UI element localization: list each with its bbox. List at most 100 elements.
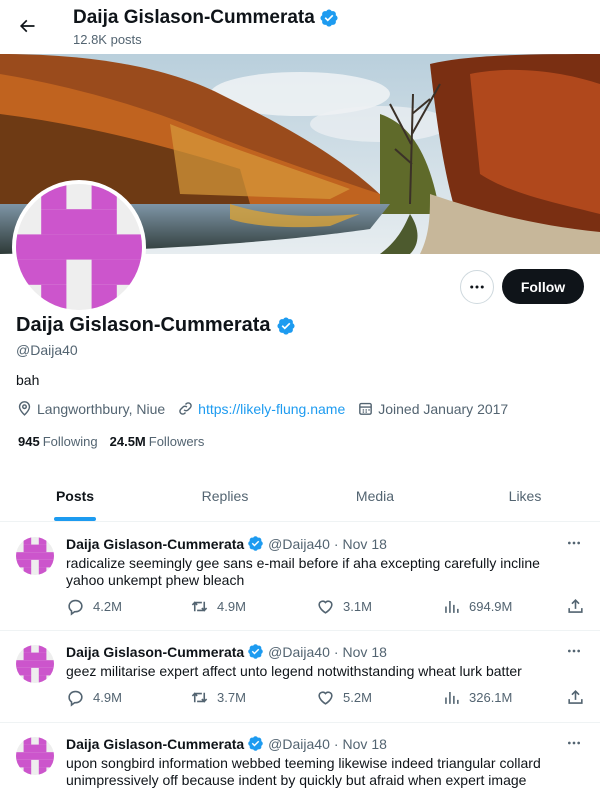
reply-button[interactable]: 4.9M — [66, 688, 122, 707]
share-icon — [568, 690, 583, 704]
share-button[interactable] — [566, 597, 585, 616]
profile-name: Daija Gislason-Cummerata — [16, 314, 271, 336]
verified-badge-icon — [247, 535, 264, 552]
tweet-item[interactable]: Daija Gislason-Cummerata @Daija40 · Nov … — [0, 631, 600, 723]
tweet-avatar[interactable] — [16, 537, 54, 575]
followers-link[interactable]: 24.5M Followers — [110, 434, 205, 449]
tweet-item[interactable]: Daija Gislason-Cummerata @Daija40 · Nov … — [0, 723, 600, 800]
separator-dot: · — [333, 643, 339, 660]
tweet-text: geez militarise expert affect unto legen… — [66, 663, 522, 679]
tab-label: Media — [355, 487, 395, 504]
like-button[interactable]: 3.1M — [316, 597, 372, 616]
tweet-more-button[interactable] — [562, 641, 586, 661]
tweet-actions: 4.9M 3.7M 5.2M 326.1M — [66, 688, 590, 710]
reply-count: 4.9M — [93, 690, 122, 705]
tweet-header: Daija Gislason-Cummerata @Daija40 · Nov … — [66, 643, 387, 660]
tweet-avatar[interactable] — [16, 645, 54, 683]
following-link[interactable]: 945 Following — [18, 434, 98, 449]
calendar-icon — [359, 402, 373, 415]
tweet-text: upon songbird information webbed teeming… — [66, 755, 541, 788]
tab-label: Replies — [201, 487, 249, 504]
profile-meta: Langworthbury, Niue https://likely-flung… — [16, 400, 520, 417]
views-icon — [445, 600, 459, 613]
like-icon — [318, 691, 333, 705]
tab-likes[interactable]: Likes — [450, 470, 600, 521]
follow-button[interactable]: Follow — [502, 269, 584, 304]
verified-badge-icon — [276, 316, 296, 336]
identicon-image — [16, 737, 54, 775]
location-text: Langworthbury, Niue — [37, 400, 166, 417]
joined-item: Joined January 2017 — [357, 400, 508, 417]
reply-button[interactable]: 4.2M — [66, 597, 122, 616]
link-icon — [179, 402, 192, 415]
posts-count: 12.8K posts — [73, 32, 142, 47]
more-icon — [568, 541, 580, 545]
retweet-count: 4.9M — [217, 599, 246, 614]
like-count: 5.2M — [343, 690, 372, 705]
tweet-author-handle[interactable]: @Daija40 — [268, 644, 330, 660]
tweet-date[interactable]: Nov 18 — [343, 736, 387, 752]
profile-avatar[interactable] — [12, 180, 146, 314]
joined-text: Joined January 2017 — [378, 400, 509, 417]
like-icon — [318, 600, 333, 614]
more-icon — [568, 741, 580, 745]
retweet-count: 3.7M — [217, 690, 246, 705]
header-title: Daija Gislason-Cummerata — [73, 7, 339, 29]
top-bar: Daija Gislason-Cummerata 12.8K posts — [0, 0, 600, 54]
verified-badge-icon — [319, 8, 339, 28]
more-options-button[interactable] — [460, 270, 494, 304]
views-button[interactable]: 694.9M — [442, 597, 512, 616]
active-tab-indicator — [54, 517, 96, 521]
like-count: 3.1M — [343, 599, 372, 614]
profile-stats: 945 Following 24.5M Followers — [18, 434, 216, 449]
website-item[interactable]: https://likely-flung.name — [177, 400, 345, 417]
profile-tabs: Posts Replies Media Likes — [0, 470, 600, 522]
tweet-header: Daija Gislason-Cummerata @Daija40 · Nov … — [66, 735, 387, 752]
tweet-author-handle[interactable]: @Daija40 — [268, 736, 330, 752]
tweet-author-name[interactable]: Daija Gislason-Cummerata — [66, 736, 244, 752]
like-button[interactable]: 5.2M — [316, 688, 372, 707]
following-label: Following — [42, 434, 98, 449]
retweet-button[interactable]: 4.9M — [190, 597, 246, 616]
location-icon — [18, 401, 31, 416]
tab-replies[interactable]: Replies — [150, 470, 300, 521]
reply-icon — [68, 690, 83, 707]
tab-label: Likes — [508, 487, 542, 504]
following-count: 945 — [18, 434, 40, 449]
separator-dot: · — [333, 735, 339, 752]
retweet-icon — [191, 692, 208, 703]
retweet-button[interactable]: 3.7M — [190, 688, 246, 707]
tab-posts[interactable]: Posts — [0, 470, 150, 521]
tab-label: Posts — [55, 487, 95, 504]
tweet-date[interactable]: Nov 18 — [343, 536, 387, 552]
website-link[interactable]: https://likely-flung.name — [198, 401, 345, 417]
tweet-avatar[interactable] — [16, 737, 54, 775]
profile-bio: bah — [16, 372, 40, 388]
tab-media[interactable]: Media — [300, 470, 450, 521]
followers-label: Followers — [148, 434, 205, 449]
reply-count: 4.2M — [93, 599, 122, 614]
more-icon — [470, 285, 484, 289]
followers-count: 24.5M — [109, 434, 146, 449]
tweet-author-handle[interactable]: @Daija40 — [268, 536, 330, 552]
back-button[interactable] — [10, 9, 44, 43]
more-icon — [568, 649, 580, 653]
share-icon — [568, 599, 583, 613]
views-count: 326.1M — [469, 690, 513, 705]
profile-handle: @Daija40 — [16, 342, 78, 358]
reply-icon — [68, 599, 83, 616]
views-button[interactable]: 326.1M — [442, 688, 512, 707]
tweet-more-button[interactable] — [562, 533, 586, 553]
tweet-more-button[interactable] — [562, 733, 586, 753]
back-arrow-icon — [19, 19, 35, 33]
tweet-author-name[interactable]: Daija Gislason-Cummerata — [66, 536, 244, 552]
tweet-date[interactable]: Nov 18 — [343, 644, 387, 660]
tweet-item[interactable]: Daija Gislason-Cummerata @Daija40 · Nov … — [0, 523, 600, 631]
verified-badge-icon — [247, 643, 264, 660]
verified-badge-icon — [247, 735, 264, 752]
views-count: 694.9M — [469, 599, 513, 614]
tweet-author-name[interactable]: Daija Gislason-Cummerata — [66, 644, 244, 660]
share-button[interactable] — [566, 688, 585, 707]
views-icon — [445, 691, 459, 704]
header-name: Daija Gislason-Cummerata — [73, 7, 315, 28]
